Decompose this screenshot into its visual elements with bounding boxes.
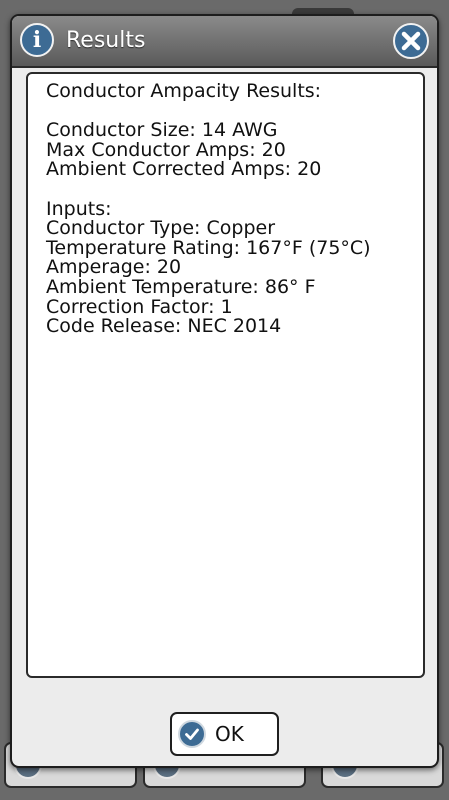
results-heading: Conductor Ampacity Results: xyxy=(46,80,322,102)
dialog-title: Results xyxy=(66,28,146,53)
conductor-type: Conductor Type: Copper xyxy=(46,217,276,240)
conductor-size: Conductor Size: 14 AWG xyxy=(46,119,278,142)
dialog-titlebar: i Results xyxy=(12,16,437,68)
amperage: Amperage: 20 xyxy=(46,256,182,279)
check-icon xyxy=(178,720,206,748)
results-dialog: i Results Conductor Ampacity Results: Co… xyxy=(10,14,439,768)
close-button[interactable] xyxy=(393,23,429,59)
info-icon: i xyxy=(20,23,54,57)
close-icon xyxy=(401,31,421,51)
ok-label: OK xyxy=(215,722,244,746)
ok-button[interactable]: OK xyxy=(170,712,279,756)
ambient-temperature: Ambient Temperature: 86° F xyxy=(46,275,316,298)
results-panel: Conductor Ampacity Results: Conductor Si… xyxy=(26,72,425,678)
code-release: Code Release: NEC 2014 xyxy=(46,315,282,338)
ambient-corrected-amps: Ambient Corrected Amps: 20 xyxy=(46,158,322,181)
